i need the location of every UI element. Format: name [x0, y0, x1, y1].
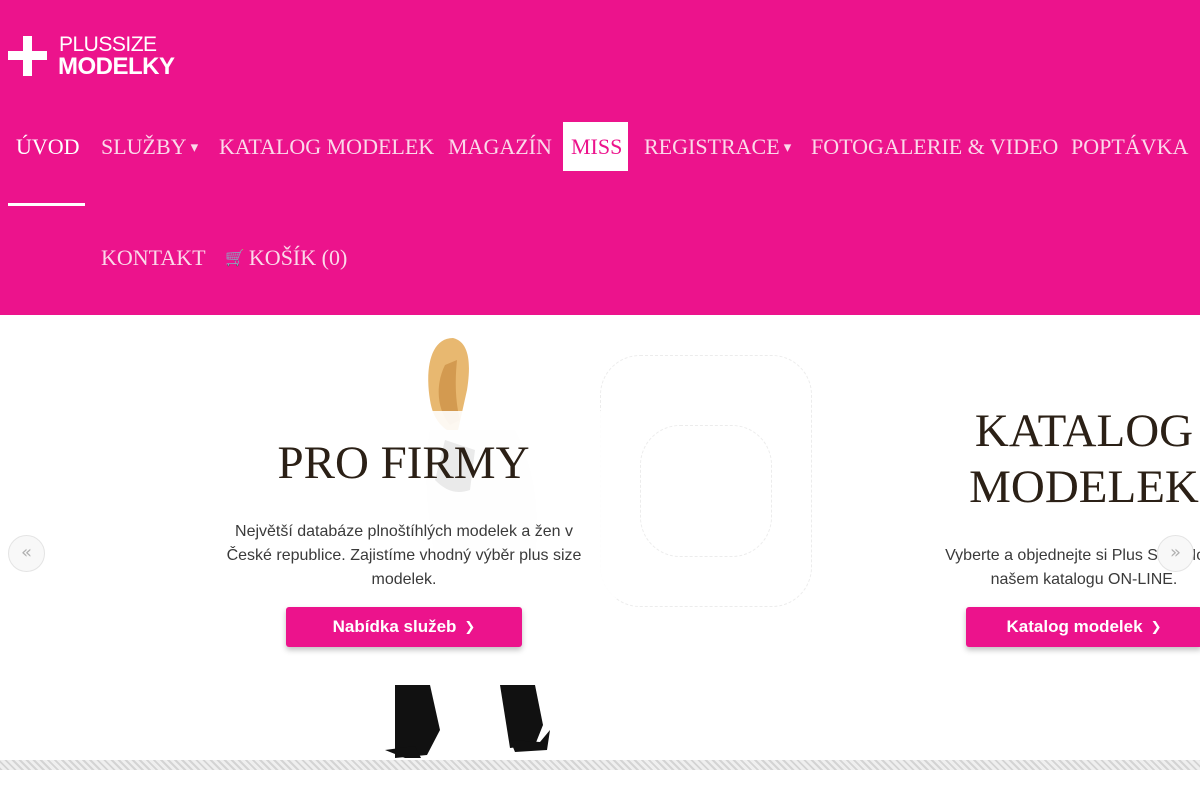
site-header: PLUSSIZE MODELKY ÚVOD SLUŽBY ▾ KATALOG MO…: [0, 0, 1200, 315]
nav-item-miss[interactable]: MISS: [563, 122, 628, 171]
nav-item-poptavka-label: POPTÁVKA: [1071, 134, 1189, 159]
nabidka-sluzeb-button-label: Nabídka služeb: [332, 617, 457, 636]
nav-item-uvod[interactable]: ÚVOD: [16, 134, 80, 160]
slide2-title-line1: KATALOG: [974, 405, 1194, 457]
double-chevron-right-icon: »: [1169, 542, 1181, 563]
nav-item-poptavka[interactable]: POPTÁVKA: [1071, 134, 1188, 160]
slide-title-katalog-modelek: KATALOG MODELEK: [930, 403, 1200, 515]
logo-plus-icon-bar: [8, 51, 47, 60]
ghost-background-image-detail: [640, 425, 772, 557]
slider-prev-button[interactable]: «: [8, 535, 45, 572]
slide-title-pro-firmy: PRO FIRMY: [277, 437, 530, 489]
section-divider-stripe: [0, 760, 1200, 770]
slide2-title-line2: MODELEK: [969, 461, 1199, 513]
chevron-right-icon: ❯: [464, 620, 476, 635]
nav-item-magazin-label: MAGAZÍN: [448, 134, 552, 159]
logo-text-line2: MODELKY: [58, 53, 175, 80]
nav-item-fotogalerie[interactable]: FOTOGALERIE & VIDEO: [811, 134, 1058, 160]
nav-item-kontakt[interactable]: KONTAKT: [101, 245, 206, 271]
nav-item-sluzby[interactable]: SLUŽBY ▾: [101, 134, 198, 160]
nabidka-sluzeb-button[interactable]: Nabídka služeb ❯: [286, 607, 522, 647]
nav-item-registrace[interactable]: REGISTRACE ▾: [644, 134, 791, 160]
nav-item-katalog-modelek[interactable]: KATALOG MODELEK: [219, 134, 434, 160]
nav-item-magazin[interactable]: MAGAZÍN: [448, 134, 552, 160]
nav-item-katalog-label: KATALOG MODELEK: [219, 134, 435, 159]
katalog-modelek-button-label: Katalog modelek: [1006, 617, 1143, 636]
slide2-desc-line2: našem katalogu ON-LINE.: [990, 571, 1178, 588]
hero-slider: PRO FIRMY Největší databáze plnoštíhlých…: [0, 315, 1200, 760]
nav-item-sluzby-label: SLUŽBY: [101, 134, 187, 159]
site-logo[interactable]: PLUSSIZE MODELKY: [8, 34, 175, 82]
chevron-right-icon: ❯: [1150, 620, 1162, 635]
nav-item-uvod-label: ÚVOD: [16, 134, 80, 159]
double-chevron-left-icon: «: [20, 542, 32, 563]
caret-down-icon: ▾: [783, 138, 792, 156]
cart-icon: 🛒: [225, 248, 245, 267]
katalog-modelek-button[interactable]: Katalog modelek ❯: [966, 607, 1200, 647]
nav-item-kontakt-label: KONTAKT: [101, 245, 206, 270]
nav-item-registrace-label: REGISTRACE: [644, 134, 780, 159]
nav-item-fotogalerie-label: FOTOGALERIE & VIDEO: [811, 134, 1059, 159]
slide-description: Největší databáze plnoštíhlých modelek a…: [226, 523, 582, 588]
nav-item-kosik-label: KOŠÍK (0): [248, 245, 348, 270]
nav-item-miss-label: MISS: [571, 134, 623, 159]
nav-item-kosik[interactable]: 🛒 KOŠÍK (0): [225, 245, 347, 271]
slider-next-button[interactable]: »: [1157, 535, 1194, 572]
nav-active-underline: [8, 203, 85, 206]
caret-down-icon: ▾: [190, 138, 199, 156]
